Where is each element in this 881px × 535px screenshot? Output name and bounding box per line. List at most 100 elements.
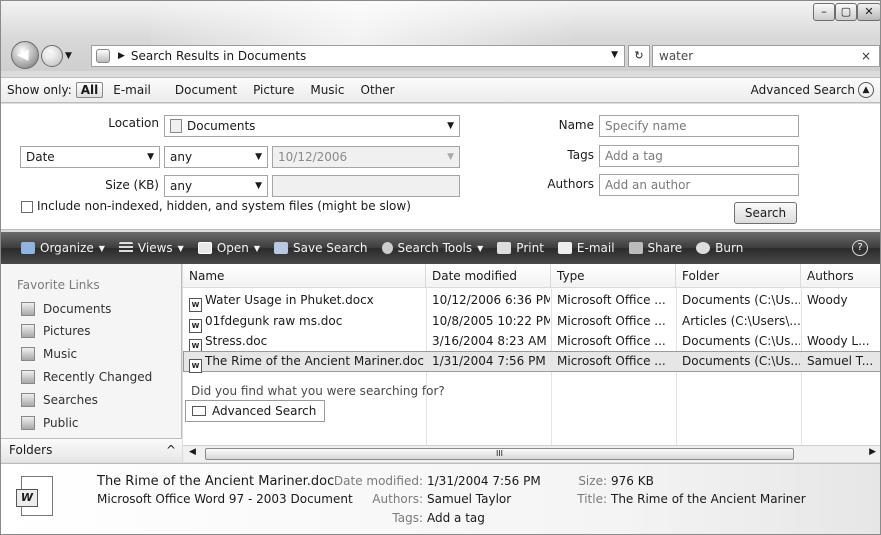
favorite-links-header: Favorite Links [17, 278, 100, 292]
toolbar-share[interactable]: Share [628, 241, 682, 255]
toolbar-open[interactable]: Open ▼ [197, 241, 260, 255]
scroll-left-icon[interactable]: ◀ [189, 447, 196, 457]
documents-icon [21, 302, 35, 316]
column-header-authors[interactable]: Authors [801, 264, 880, 288]
caret-down-icon: ▼ [177, 243, 184, 253]
chevron-up-icon: ^ [165, 443, 176, 457]
size-value-input[interactable] [272, 175, 460, 197]
file-list: Name Date modified Type Folder Authors W… [183, 264, 880, 462]
advanced-search-button[interactable]: Advanced Search [185, 400, 326, 422]
navigation-pane: Favorite Links Documents Pictures Music … [1, 264, 182, 462]
toolbar-organize[interactable]: Organize ▼ [21, 241, 105, 255]
word-document-icon: W [16, 476, 53, 516]
documents-folder-icon [170, 119, 182, 133]
column-header-folder[interactable]: Folder [676, 264, 801, 288]
maximize-button[interactable]: ▢ [835, 3, 857, 21]
burn-icon [696, 242, 711, 254]
word-open-icon [197, 242, 212, 254]
search-query: water [659, 49, 694, 63]
nav-item-documents[interactable]: Documents [21, 302, 111, 316]
minimize-button[interactable]: – [813, 3, 835, 21]
address-bar[interactable]: ▶ Search Results in Documents ▼ [91, 45, 625, 67]
forward-arrow-icon: ▶ [46, 48, 55, 61]
clear-search-button[interactable]: × [861, 46, 871, 66]
advanced-search-pane: Location Documents ▼ Date ▼ any ▼ 10/12/20… [1, 104, 880, 230]
dropdown-arrow-icon: ▼ [447, 152, 454, 162]
tags-value[interactable]: Add a tag [427, 511, 485, 525]
advanced-search-toggle[interactable]: Advanced Search ▲ [751, 82, 874, 98]
filter-other[interactable]: Other [361, 83, 395, 97]
authors-input[interactable]: Add an author [599, 174, 799, 196]
authors-value[interactable]: Samuel Taylor [427, 492, 511, 506]
nav-item-public[interactable]: Public [21, 416, 79, 430]
search-window-icon [192, 406, 206, 416]
tags-input[interactable]: Add a tag [599, 145, 799, 167]
breadcrumb-arrow-icon[interactable]: ▶ [118, 51, 125, 61]
date-modified-label: Date modified: [333, 474, 423, 488]
search-folder-icon [96, 49, 110, 63]
forward-button[interactable]: ▶ [41, 45, 63, 67]
filter-email[interactable]: E-mail [113, 83, 151, 97]
help-button[interactable]: ? [852, 240, 868, 256]
filter-picture[interactable]: Picture [253, 83, 294, 97]
search-input[interactable]: water × [652, 45, 880, 67]
table-row[interactable]: W Stress.doc 3/16/2004 8:23 AM Microsoft … [183, 332, 880, 353]
table-row-selected[interactable]: W The Rime of the Ancient Mariner.doc 1/3… [183, 351, 880, 373]
toolbar-save-search[interactable]: Save Search [274, 241, 368, 255]
date-value-picker[interactable]: 10/12/2006 ▼ [272, 146, 460, 168]
title-value[interactable]: The Rime of the Ancient Mariner [611, 492, 806, 506]
search-tools-icon [381, 242, 393, 254]
toolbar-search-tools[interactable]: Search Tools ▼ [381, 241, 483, 255]
word-doc-icon: W [189, 319, 202, 333]
toolbar-print[interactable]: Print [497, 241, 544, 255]
nav-item-pictures[interactable]: Pictures [21, 324, 91, 338]
folders-toggle[interactable]: Folders ^ [1, 438, 182, 462]
authors-label: Authors [547, 177, 594, 191]
column-header-type[interactable]: Type [551, 264, 676, 288]
address-dropdown-icon[interactable]: ▼ [611, 50, 618, 60]
include-nonindexed-checkbox[interactable] [21, 201, 33, 213]
horizontal-scrollbar[interactable]: ◀ III ▶ [183, 445, 880, 462]
date-field-dropdown[interactable]: Date ▼ [20, 146, 160, 168]
date-operator-dropdown[interactable]: any ▼ [164, 146, 268, 168]
back-arrow-icon: ◀ [17, 45, 29, 63]
word-doc-icon: W [189, 359, 202, 373]
authors-label: Authors: [372, 492, 423, 506]
chevron-up-icon: ▲ [858, 82, 874, 98]
dropdown-arrow-icon: ▼ [147, 152, 154, 162]
dropdown-arrow-icon: ▼ [447, 121, 454, 131]
breadcrumb[interactable]: Search Results in Documents [131, 49, 306, 63]
scrollbar-thumb[interactable]: III [205, 448, 794, 460]
name-input[interactable]: Specify name [599, 115, 799, 137]
name-label: Name [558, 118, 594, 132]
organize-icon [21, 242, 35, 254]
printer-icon [497, 242, 512, 254]
refresh-button[interactable]: ↻ [628, 45, 650, 67]
column-header-name[interactable]: Name [183, 264, 426, 288]
filter-all[interactable]: All [75, 82, 104, 98]
filter-music[interactable]: Music [310, 83, 344, 97]
search-button[interactable]: Search [734, 202, 797, 224]
title-label: Title: [577, 492, 607, 506]
back-button[interactable]: ◀ [11, 41, 39, 69]
recent-pages-dropdown-icon[interactable]: ▼ [65, 51, 72, 61]
details-filename: The Rime of the Ancient Mariner.doc [97, 474, 335, 489]
nav-item-music[interactable]: Music [21, 347, 77, 361]
toolbar-email[interactable]: E-mail [557, 241, 615, 255]
table-row[interactable]: W 01fdegunk raw ms.doc 10/8/2005 10:22 PM… [183, 312, 880, 333]
pictures-icon [21, 324, 35, 338]
dropdown-arrow-icon: ▼ [255, 181, 262, 191]
toolbar-burn[interactable]: Burn [696, 241, 743, 255]
column-header-date-modified[interactable]: Date modified [426, 264, 551, 288]
details-filetype: Microsoft Office Word 97 - 2003 Document [97, 492, 353, 506]
nav-item-searches[interactable]: Searches [21, 393, 98, 407]
scroll-right-icon[interactable]: ▶ [869, 447, 876, 457]
size-operator-dropdown[interactable]: any ▼ [164, 175, 268, 197]
nav-item-recently-changed[interactable]: Recently Changed [21, 370, 152, 384]
location-dropdown[interactable]: Documents ▼ [164, 115, 460, 137]
table-row[interactable]: W Water Usage in Phuket.docx 10/12/2006 6… [183, 291, 880, 312]
close-button[interactable]: ✕ [857, 3, 880, 21]
filter-document[interactable]: Document [175, 83, 237, 97]
toolbar-views[interactable]: Views ▼ [118, 241, 184, 255]
show-only-bar: Show only: All E-mail Document Picture Mu… [1, 77, 880, 103]
